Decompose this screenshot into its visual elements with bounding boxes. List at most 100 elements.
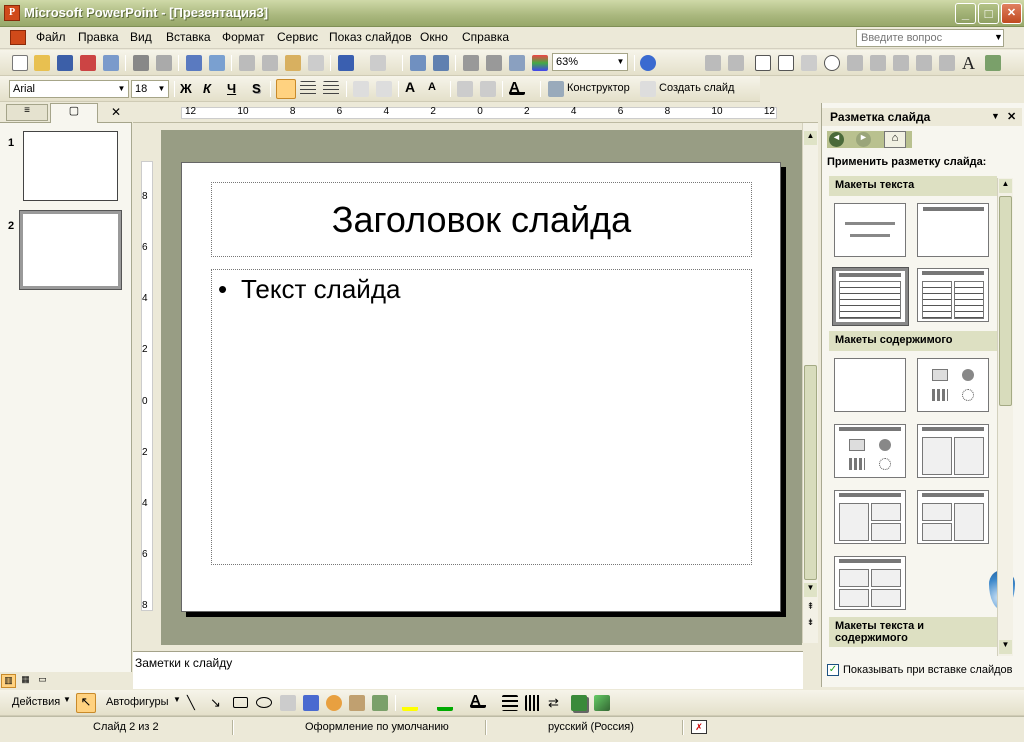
layout-title-and-text[interactable] (832, 267, 909, 326)
menu-edit[interactable]: Правка (78, 30, 119, 44)
wordart-icon[interactable] (303, 695, 319, 711)
line-style-icon[interactable] (502, 695, 518, 711)
layout-two-columns[interactable] (917, 268, 989, 322)
new-slide-button[interactable]: Создать слайд (659, 82, 734, 94)
maximize-button[interactable]: □ (978, 3, 999, 24)
ask-question-input[interactable] (856, 29, 1004, 47)
layout-title-slide[interactable] (834, 203, 906, 257)
align-right-icon[interactable] (323, 81, 339, 97)
layout-title-only[interactable] (917, 203, 989, 257)
increase-indent-icon[interactable] (480, 81, 496, 97)
button-control-icon[interactable] (801, 55, 817, 71)
layout-title-and-content[interactable] (834, 424, 906, 478)
normal-view-icon[interactable]: ▥ (1, 674, 16, 688)
permission-icon[interactable] (80, 55, 96, 71)
new-icon[interactable] (12, 55, 28, 71)
spelling-icon[interactable] (186, 55, 202, 71)
spelling-status-icon[interactable]: ✗ (691, 720, 707, 734)
close-icon[interactable]: ✕ (1007, 110, 1016, 123)
slideshow-icon[interactable]: ▭ (35, 674, 50, 688)
scroll-down-icon[interactable]: ▼ (999, 640, 1012, 654)
align-left-icon[interactable] (276, 79, 296, 99)
menu-slideshow[interactable]: Показ слайдов (329, 30, 412, 44)
select-pointer-icon[interactable]: ↖ (76, 693, 96, 713)
open-icon[interactable] (34, 55, 50, 71)
font-select[interactable]: Arial ▼ (9, 80, 129, 98)
scroll-thumb[interactable] (804, 365, 817, 580)
label-control-icon[interactable]: A (962, 53, 978, 73)
research-icon[interactable] (209, 55, 225, 71)
textbox-control-icon[interactable] (778, 55, 794, 71)
menu-help[interactable]: Справка (462, 30, 509, 44)
slide-thumbnail[interactable] (23, 131, 118, 201)
body-placeholder[interactable]: • Текст слайда (211, 269, 752, 565)
bullets-icon[interactable] (376, 81, 392, 97)
color-grayscale-icon[interactable] (532, 55, 548, 71)
email-icon[interactable] (103, 55, 119, 71)
help-icon[interactable] (640, 55, 656, 71)
insert-table-icon[interactable] (433, 55, 449, 71)
paste-icon[interactable] (285, 55, 301, 71)
forward-icon[interactable]: ► (856, 132, 871, 147)
font-color-icon[interactable]: A (470, 692, 486, 709)
clipart-icon[interactable] (349, 695, 365, 711)
chevron-down-icon[interactable]: ▼ (994, 32, 1003, 42)
title-placeholder[interactable]: Заголовок слайда (211, 182, 752, 257)
dash-style-icon[interactable] (525, 695, 541, 711)
diagram-icon[interactable] (326, 695, 342, 711)
fill-color-icon[interactable] (402, 695, 418, 711)
scroll-up-icon[interactable]: ▲ (804, 131, 817, 145)
control-icon[interactable] (705, 55, 721, 71)
layout-content[interactable] (917, 358, 989, 412)
bold-button[interactable]: Ж (180, 81, 192, 96)
picture-icon[interactable] (372, 695, 388, 711)
insert-chart-icon[interactable] (410, 55, 426, 71)
font-size-select[interactable]: 18 ▼ (131, 80, 169, 98)
slide-thumbnail-selected[interactable] (19, 210, 122, 290)
rectangle-icon[interactable] (233, 697, 248, 708)
numbering-icon[interactable] (353, 81, 369, 97)
scroll-control-icon[interactable] (939, 55, 955, 71)
shadow-style-icon[interactable] (571, 695, 587, 711)
designer-button[interactable]: Конструктор (567, 82, 630, 94)
scroll-thumb[interactable] (999, 196, 1012, 406)
oval-icon[interactable] (256, 697, 272, 708)
align-center-icon[interactable] (300, 81, 316, 97)
zoom-select[interactable]: 63% ▼ (552, 53, 628, 71)
show-on-insert-checkbox[interactable]: ✓ (827, 664, 839, 676)
option-control-icon[interactable] (824, 55, 840, 71)
line-icon[interactable]: ╲ (187, 695, 203, 711)
actions-menu[interactable]: Действия (12, 696, 60, 708)
autoshapes-menu[interactable]: Автофигуры (106, 696, 169, 708)
menu-format[interactable]: Формат (222, 30, 265, 44)
document-icon[interactable] (10, 30, 26, 45)
copy-icon[interactable] (262, 55, 278, 71)
previous-slide-icon[interactable]: ⇞ (804, 601, 817, 615)
back-icon[interactable]: ◄ (829, 132, 844, 147)
close-button[interactable]: ✕ (1001, 3, 1022, 24)
decrease-font-icon[interactable]: A (428, 81, 444, 97)
grid-icon[interactable] (509, 55, 525, 71)
next-slide-icon[interactable]: ⇟ (804, 617, 817, 631)
image-control-icon[interactable] (985, 55, 1001, 71)
home-icon[interactable]: ⌂ (884, 131, 906, 148)
textbox-icon[interactable] (280, 695, 296, 711)
undo-icon[interactable] (338, 55, 354, 71)
checkbox-control-icon[interactable] (755, 55, 771, 71)
chevron-down-icon[interactable]: ▼ (991, 111, 1000, 121)
layout-title-two-content[interactable] (917, 424, 989, 478)
powerpoint-icon[interactable]: P (4, 5, 20, 21)
arrow-style-icon[interactable]: ⇄ (548, 695, 564, 711)
tab-slides[interactable]: ▢ (50, 103, 98, 123)
combobox-control-icon[interactable] (870, 55, 886, 71)
cut-icon[interactable] (239, 55, 255, 71)
expand-all-icon[interactable] (463, 55, 479, 71)
menu-window[interactable]: Окно (420, 30, 448, 44)
slide-sorter-icon[interactable]: ▦ (18, 674, 33, 688)
spin-control-icon[interactable] (916, 55, 932, 71)
notes-pane[interactable]: Заметки к слайду (133, 651, 803, 689)
minimize-button[interactable]: _ (955, 3, 976, 24)
layout-title-two-content-right[interactable] (917, 490, 989, 544)
menu-view[interactable]: Вид (130, 30, 152, 44)
print-icon[interactable] (133, 55, 149, 71)
